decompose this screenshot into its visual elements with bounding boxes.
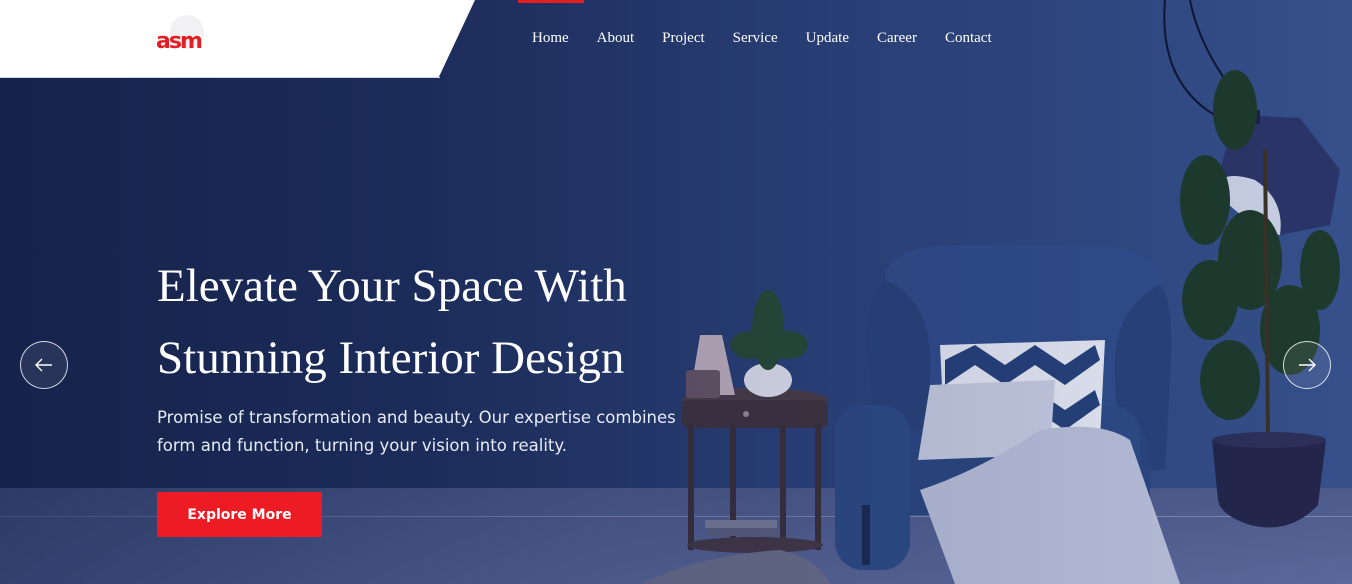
arrow-right-icon	[1299, 358, 1316, 372]
nav-item-career[interactable]: Career	[877, 30, 917, 47]
nav-item-service[interactable]: Service	[733, 30, 778, 47]
nav-item-project[interactable]: Project	[662, 30, 705, 47]
nav-item-update[interactable]: Update	[806, 30, 849, 47]
nav-item-contact[interactable]: Contact	[945, 30, 992, 47]
hero-title: Elevate Your Space With Stunning Interio…	[157, 250, 797, 394]
hero-subtitle: Promise of transformation and beauty. Ou…	[157, 408, 676, 455]
arrow-left-icon	[35, 358, 52, 372]
hero-title-line-1: Elevate Your Space With	[157, 260, 627, 312]
hero-title-line-2: Stunning Interior Design	[157, 332, 625, 384]
header-divider	[0, 77, 440, 78]
asm-logo-icon: asm	[156, 15, 204, 54]
nav-item-home[interactable]: Home	[532, 30, 569, 47]
logo-text: asm	[156, 29, 202, 54]
nav-item-about[interactable]: About	[597, 30, 635, 47]
slider-prev-button[interactable]	[20, 341, 68, 389]
main-nav: Home About Project Service Update Career…	[518, 0, 1006, 77]
header-logo-panel	[0, 0, 475, 77]
brand-logo[interactable]: asm	[152, 10, 208, 64]
explore-more-button[interactable]: Explore More	[157, 492, 322, 537]
slider-next-button[interactable]	[1283, 341, 1331, 389]
